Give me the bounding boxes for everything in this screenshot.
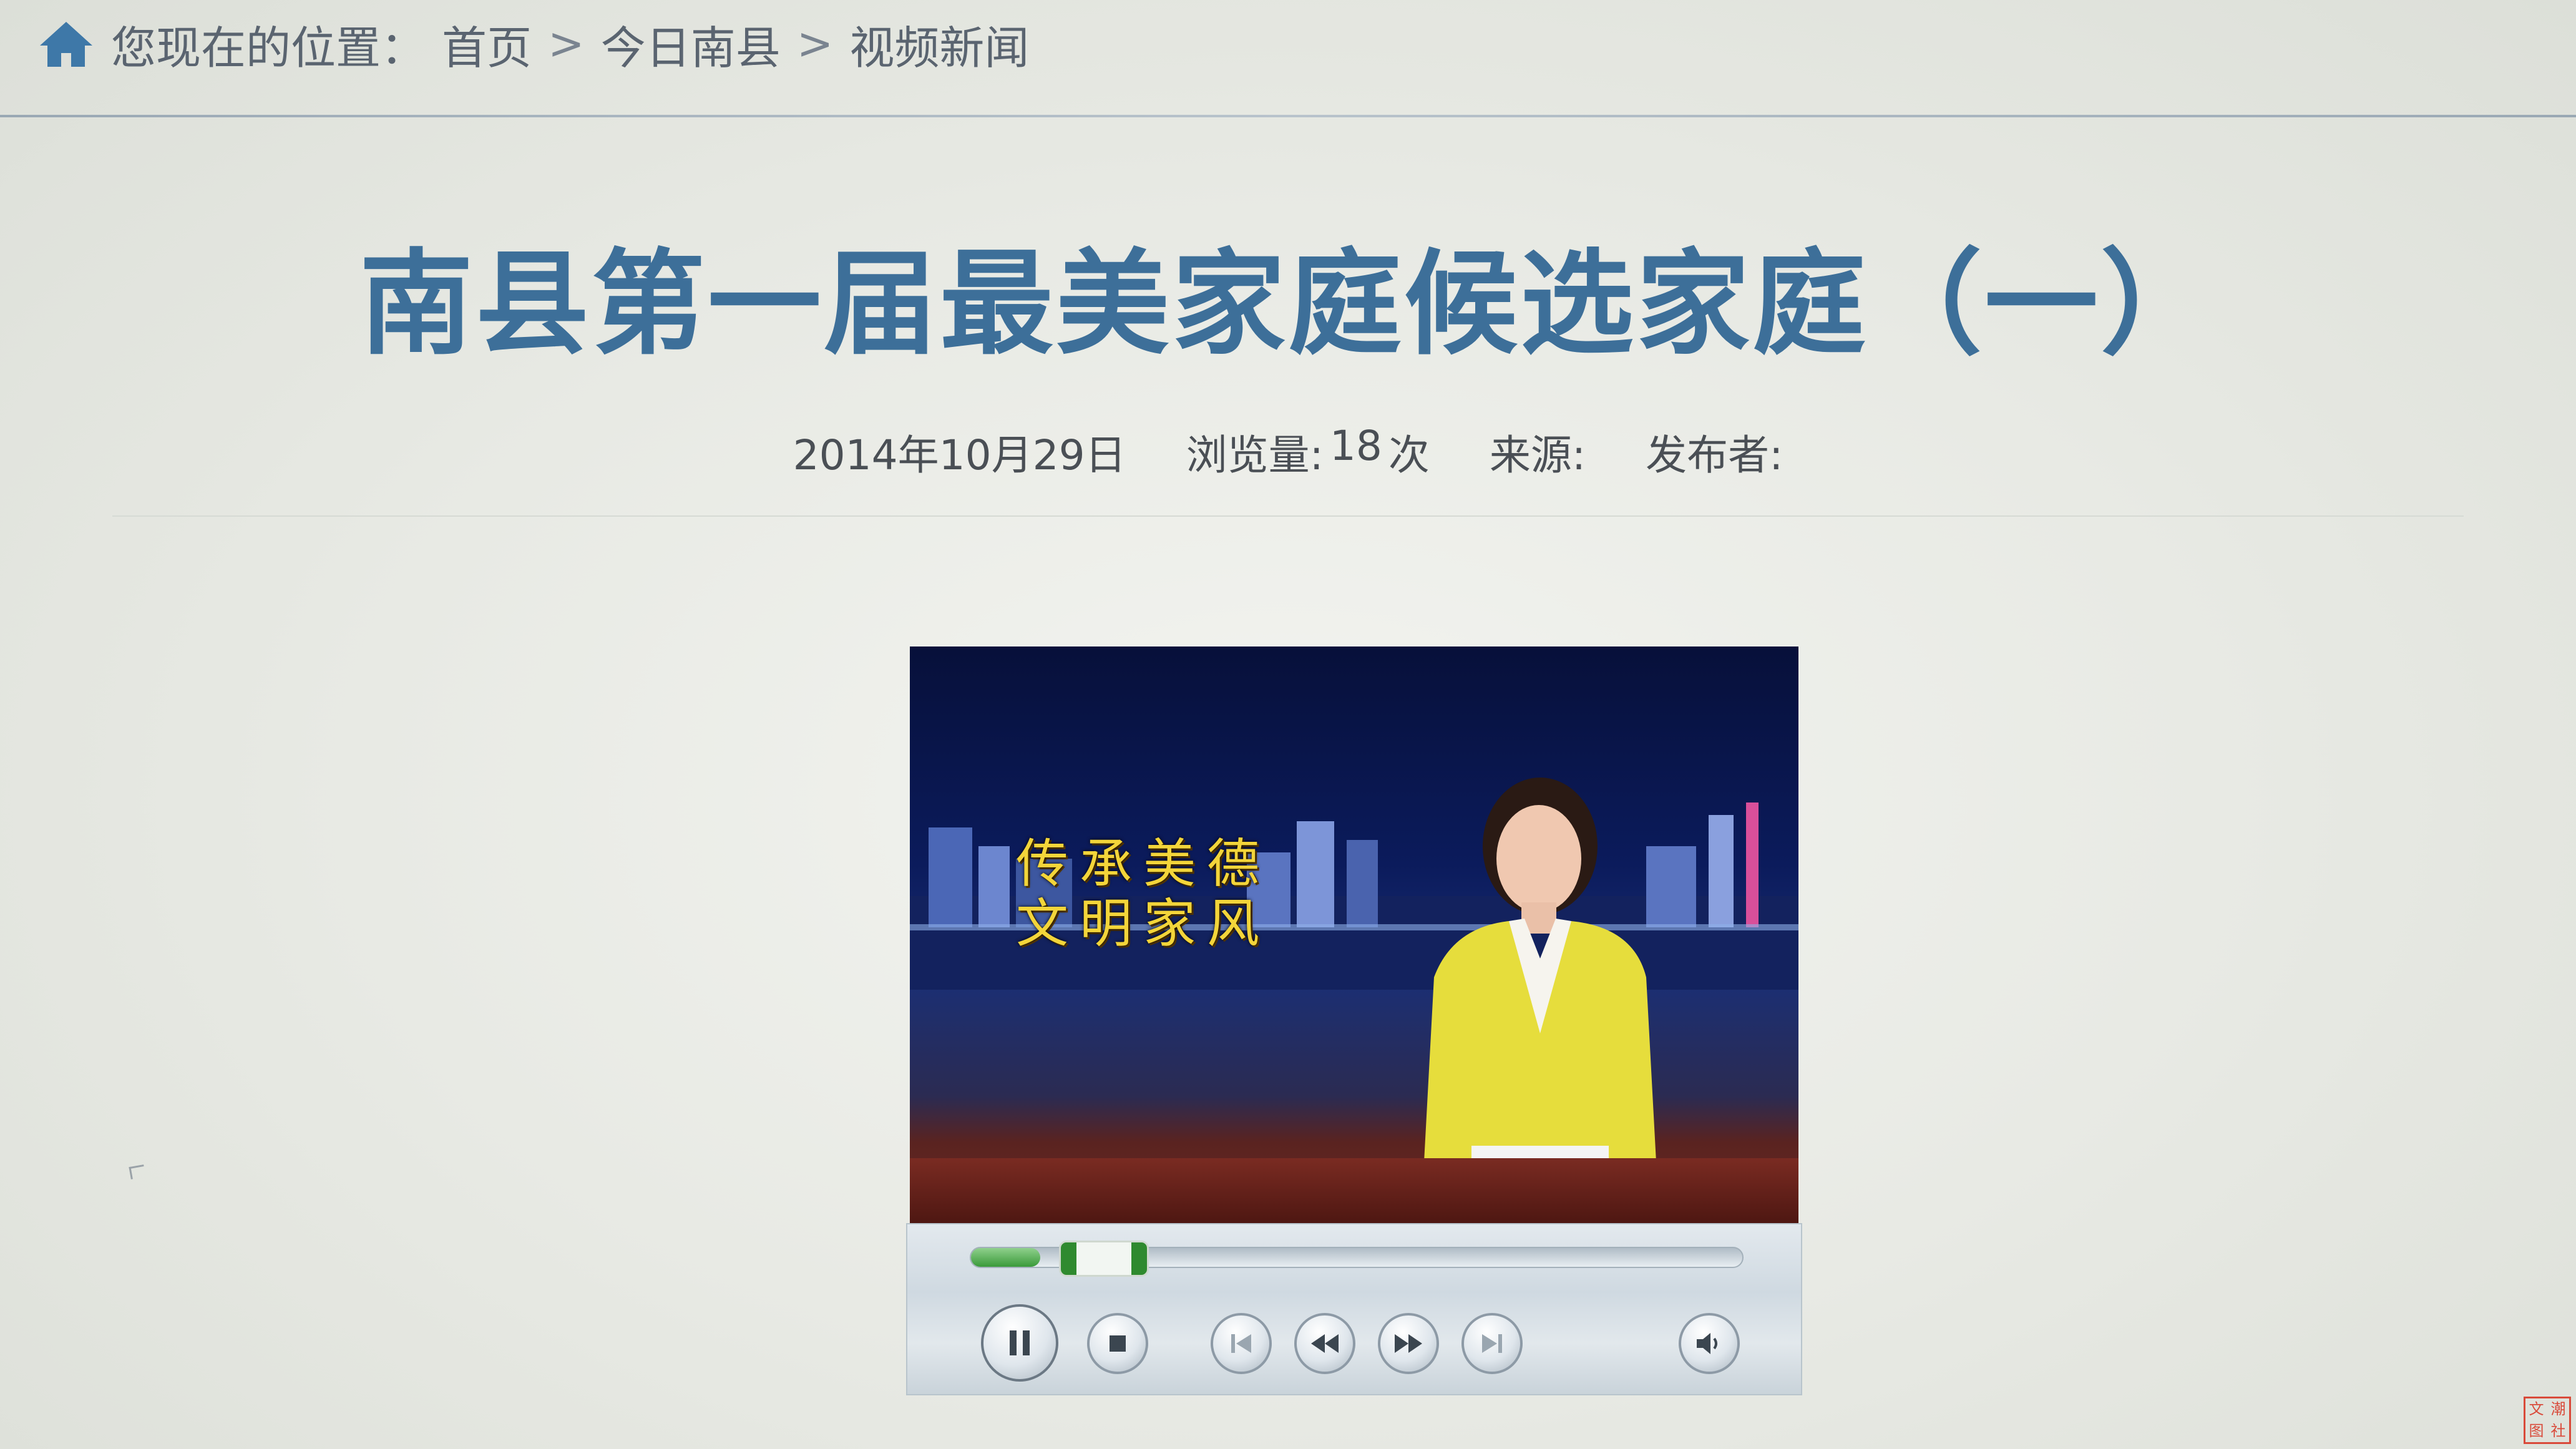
article-publisher: 发布者: (1646, 431, 1783, 479)
views-label: 浏览量: (1186, 431, 1324, 479)
article-title: 南县第一届最美家庭候选家庭（一） (359, 238, 2217, 370)
rewind-button[interactable] (1294, 1313, 1355, 1374)
article-date: 2014年10月29日 (793, 431, 1126, 479)
player-control-bar (906, 1223, 1802, 1395)
meta-divider (112, 515, 2464, 517)
news-desk (910, 1158, 1798, 1223)
breadcrumb-prefix: 您现在的位置： (111, 21, 426, 74)
next-button[interactable] (1461, 1313, 1523, 1374)
volume-button[interactable] (1679, 1313, 1740, 1374)
seal-char: 潮 (2550, 1400, 2566, 1418)
views-unit: 次 (1388, 431, 1430, 479)
breadcrumb-today-nanxian-link[interactable]: 今日南县 (601, 11, 781, 77)
home-icon[interactable] (37, 18, 95, 69)
rewind-icon (1311, 1334, 1339, 1353)
caption-line-1: 传承美德 (1016, 833, 1271, 894)
caption-line-2: 文明家风 (1016, 893, 1271, 954)
news-anchor-image (1422, 778, 1659, 1208)
seek-handle[interactable] (1059, 1241, 1149, 1277)
fast-forward-icon (1395, 1334, 1422, 1353)
fast-forward-button[interactable] (1378, 1313, 1439, 1374)
seal-char: 社 (2550, 1422, 2566, 1440)
article-meta: 2014年10月29日 浏览量: 18 次 来源: 发布者: (0, 422, 2576, 482)
video-player: 传承美德 文明家风 (906, 646, 1802, 1395)
article-views: 浏览量: 18 次 (1186, 422, 1430, 482)
video-screen[interactable]: 传承美德 文明家风 (910, 646, 1798, 1223)
breadcrumb-video-news-link[interactable]: 视频新闻 (849, 11, 1029, 77)
breadcrumb-home-link[interactable]: 首页 (442, 11, 532, 77)
previous-button[interactable] (1211, 1313, 1272, 1374)
breadcrumb-separator: > (796, 18, 834, 69)
watermark-seal: 文 潮 图 社 (2524, 1397, 2571, 1444)
mouse-cursor (129, 1164, 146, 1179)
views-value: 18 (1329, 422, 1382, 470)
volume-icon (1697, 1333, 1717, 1354)
previous-icon (1231, 1334, 1251, 1353)
seal-char: 图 (2529, 1422, 2544, 1440)
breadcrumb-separator: > (548, 18, 585, 69)
next-icon (1482, 1334, 1502, 1353)
header-divider (0, 115, 2576, 117)
seal-char: 文 (2529, 1400, 2544, 1418)
seek-progress (971, 1248, 1041, 1267)
breadcrumb: 您现在的位置： 首页 > 今日南县 > 视频新闻 (37, 6, 1029, 81)
seek-bar[interactable] (970, 1241, 1744, 1277)
article-source: 来源: (1489, 431, 1586, 479)
stop-icon (1110, 1335, 1126, 1352)
stop-button[interactable] (1087, 1313, 1148, 1374)
pause-button[interactable] (981, 1304, 1058, 1382)
pause-icon (1010, 1330, 1030, 1355)
video-caption: 传承美德 文明家风 (1016, 834, 1271, 954)
